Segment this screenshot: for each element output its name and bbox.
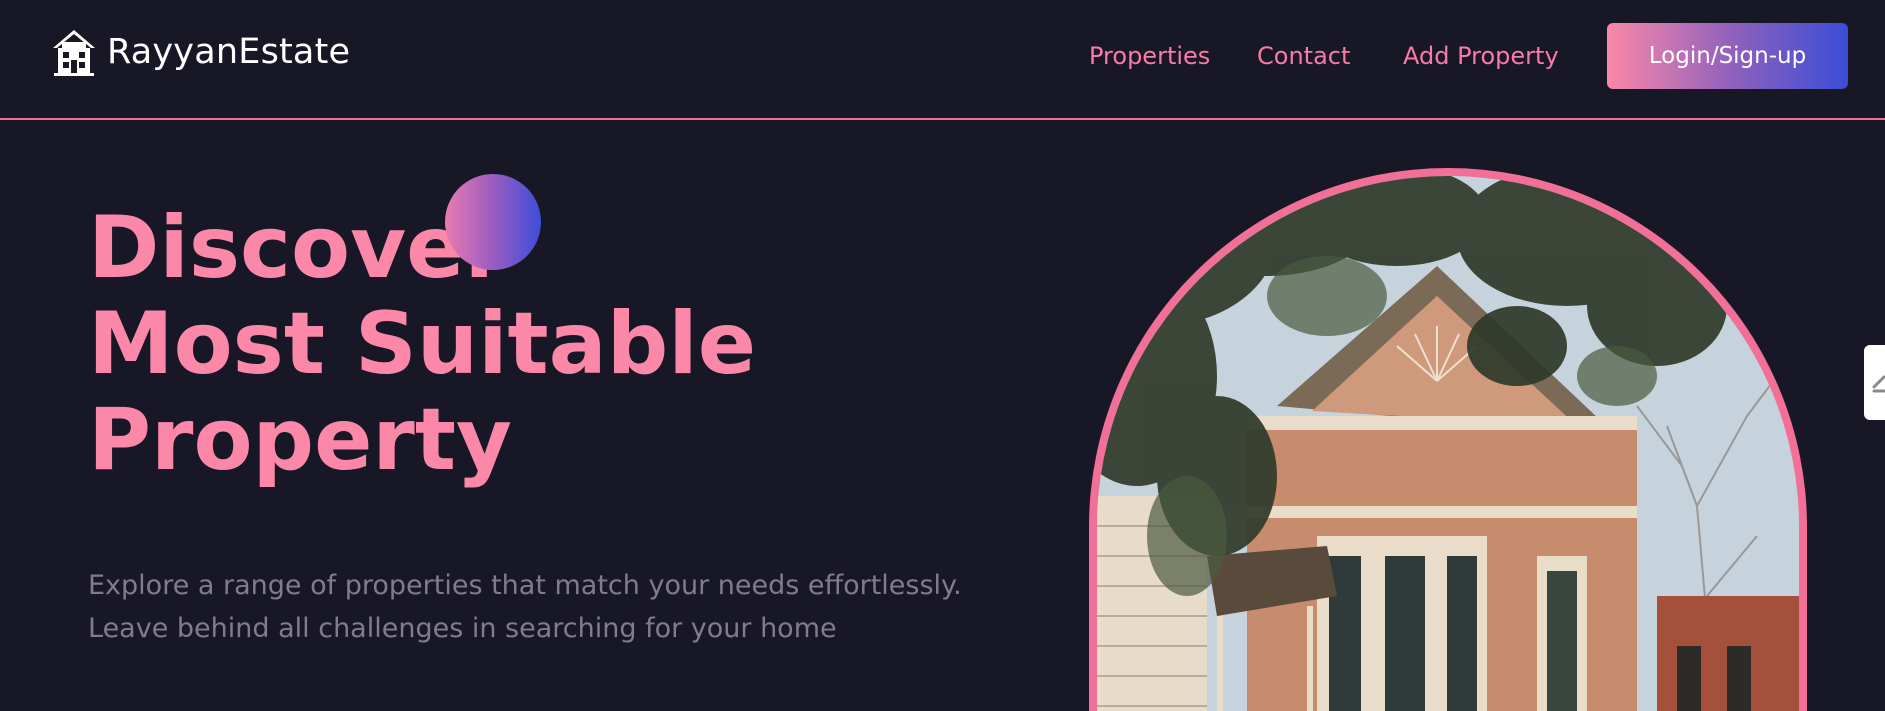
decorative-circle [445,174,541,270]
hero-title-line: Property [88,390,512,490]
house-photo [1097,176,1799,711]
hero-subtitle: Explore a range of properties that match… [88,564,1088,650]
house-icon [53,30,95,76]
hero-image-frame [1089,168,1807,711]
brand-logo[interactable]: RayyanEstate [51,28,350,76]
nav-link-contact[interactable]: Contact [1257,40,1350,72]
navbar: RayyanEstate Properties Contact Add Prop… [0,0,1885,120]
nav-link-properties[interactable]: Properties [1089,40,1210,72]
brand-name: RayyanEstate [107,32,351,72]
login-signup-button[interactable]: Login/Sign-up [1607,23,1848,89]
hero-subtitle-line: Explore a range of properties that match… [88,570,962,601]
slider-handle-icon [1872,375,1885,393]
page: RayyanEstate Properties Contact Add Prop… [0,0,1885,711]
nav-link-add-property[interactable]: Add Property [1403,40,1559,72]
hero-subtitle-line: Leave behind all challenges in searching… [88,613,837,644]
hero-title: Discover Most Suitable Property [88,200,988,488]
side-tab-handle[interactable] [1864,345,1885,420]
hero-title-line: Most Suitable [88,294,757,394]
